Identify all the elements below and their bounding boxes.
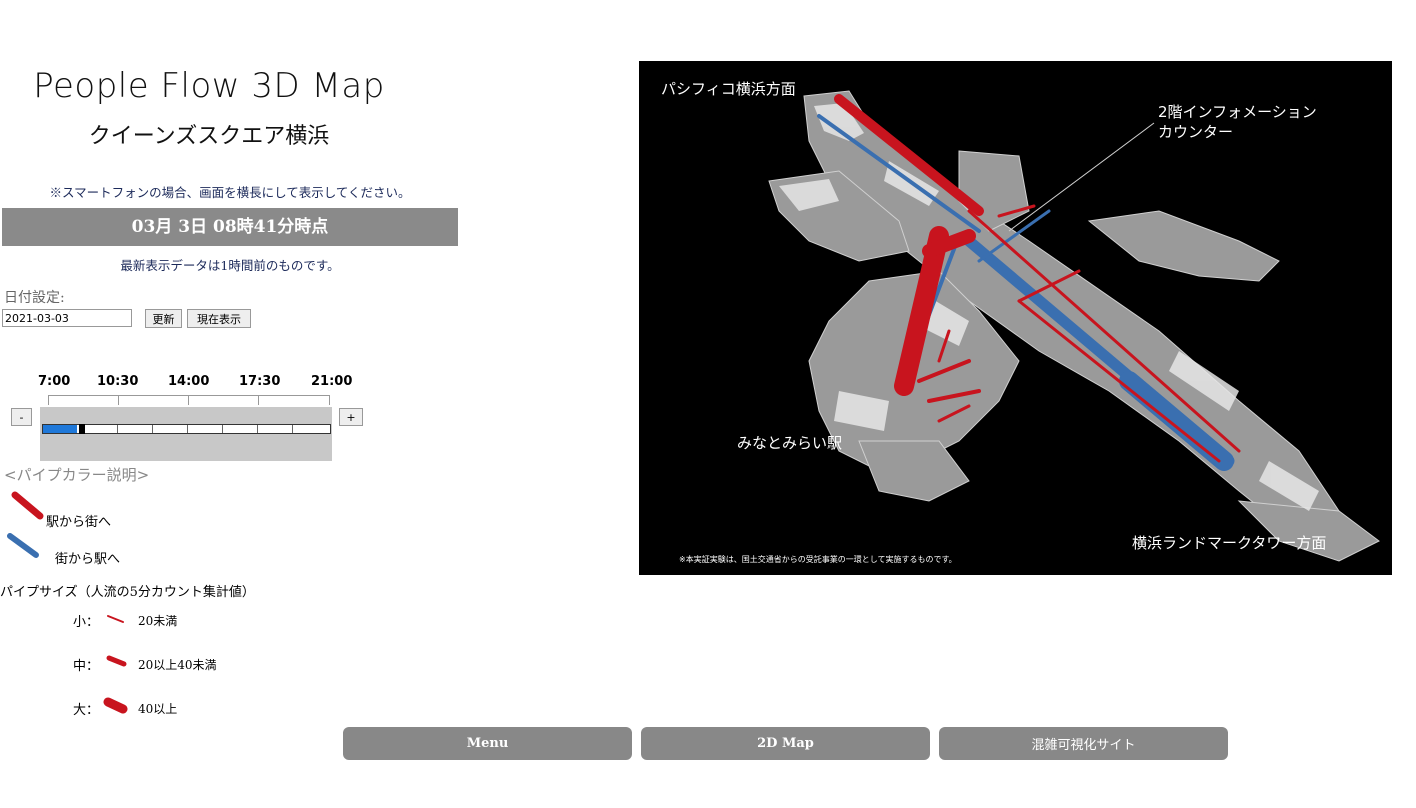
- update-button[interactable]: 更新: [145, 309, 182, 328]
- map-label-station: みなとみらい駅: [737, 434, 843, 452]
- timeline-tick: 10:30: [97, 374, 139, 389]
- current-time-banner: 03月 3日 08時41分時点: [2, 208, 458, 246]
- legend-red-label: 駅から街へ: [46, 515, 112, 530]
- date-setting-label: 日付設定:: [4, 290, 65, 306]
- menu-button[interactable]: Menu: [343, 727, 632, 760]
- timeline-track[interactable]: [42, 424, 331, 434]
- timeline-slider[interactable]: [40, 407, 332, 461]
- timeline-bracket: [48, 395, 330, 405]
- page-title: People Flow 3D Map: [33, 66, 385, 106]
- medium-pipe-icon: [106, 655, 127, 667]
- map-label-landmark: 横浜ランドマークタワー方面: [1132, 534, 1327, 552]
- timeline-plus-button[interactable]: +: [339, 408, 363, 426]
- congestion-site-button[interactable]: 混雑可視化サイト: [939, 727, 1228, 760]
- 3d-map-graphic: [768, 90, 1380, 562]
- 2d-map-button[interactable]: 2D Map: [641, 727, 930, 760]
- pipe-color-legend-title: <パイプカラー説明>: [4, 466, 150, 484]
- large-pipe-icon: [103, 697, 128, 714]
- size-small-text: 20未満: [138, 614, 178, 628]
- smartphone-notice: ※スマートフォンの場合、画面を横長にして表示してください。: [49, 185, 411, 200]
- timeline-handle[interactable]: [79, 424, 85, 434]
- page-subtitle: クイーンズスクエア横浜: [88, 124, 330, 149]
- legend-blue-label: 街から駅へ: [55, 552, 121, 567]
- blue-pipe-icon: [7, 533, 39, 558]
- map-label-info-counter-line2: カウンター: [1158, 123, 1234, 141]
- timeline-tick: 21:00: [311, 374, 353, 389]
- timeline-minus-button[interactable]: -: [11, 408, 32, 426]
- size-large-text: 40以上: [138, 702, 178, 716]
- latest-data-note: 最新表示データは1時間前のものです。: [120, 258, 340, 273]
- map-label-info-counter: 2階インフォメーション: [1158, 103, 1317, 121]
- timeline-tick: 7:00: [38, 374, 71, 389]
- pipe-size-title: パイプサイズ（人流の5分カウント集計値）: [0, 585, 255, 600]
- date-input[interactable]: [2, 309, 132, 327]
- show-current-button[interactable]: 現在表示: [187, 309, 251, 328]
- small-pipe-icon: [107, 615, 124, 623]
- 3d-map-view[interactable]: パシフィコ横浜方面 2階インフォメーション カウンター みなとみらい駅 横浜ラン…: [639, 61, 1392, 575]
- timeline-tick: 17:30: [239, 374, 281, 389]
- size-large-label: 大：: [73, 703, 100, 718]
- timeline-tick: 14:00: [168, 374, 210, 389]
- size-small-label: 小：: [73, 615, 100, 630]
- size-medium-label: 中：: [73, 659, 100, 674]
- red-pipe-icon: [11, 491, 44, 520]
- size-medium-text: 20以上40未満: [138, 658, 217, 672]
- timeline-progress: [43, 425, 77, 433]
- map-label-pacifico: パシフィコ横浜方面: [661, 80, 796, 98]
- map-footnote: ※本実証実験は、国土交通省からの受託事業の一環として実施するものです。: [679, 555, 957, 564]
